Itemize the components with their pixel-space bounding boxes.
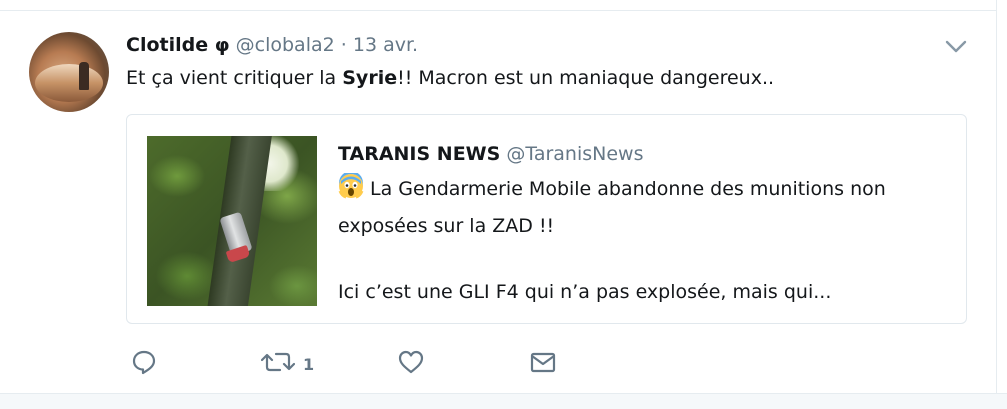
- bottom-divider: [0, 393, 1007, 409]
- heart-icon: [397, 348, 425, 380]
- tweet-actions: 1: [126, 347, 586, 381]
- tweet-timestamp[interactable]: 13 avr.: [353, 34, 418, 56]
- top-divider: [0, 0, 1007, 11]
- avatar[interactable]: [29, 32, 109, 112]
- quoted-tweet-card[interactable]: TARANIS NEWS @TaranisNews La Gendarmerie…: [126, 114, 967, 324]
- reply-icon: [130, 348, 158, 380]
- retweet-count: 1: [303, 354, 315, 374]
- tweet-text: Et ça vient critiquer la Syrie!! Macron …: [126, 64, 774, 92]
- quoted-text-line-2: exposées sur la ZAD !!: [338, 215, 555, 237]
- quoted-text-line-1-text: La Gendarmerie Mobile abandonne des muni…: [370, 178, 886, 200]
- tweet-text-part-2: !! Macron est un maniaque dangereux..: [397, 67, 775, 89]
- quoted-author-name[interactable]: TARANIS NEWS: [338, 143, 500, 165]
- author-name[interactable]: Clotilde φ: [126, 34, 230, 56]
- direct-message-button[interactable]: [529, 347, 557, 381]
- envelope-icon: [529, 348, 557, 380]
- timeline-right-edge: [996, 0, 1007, 408]
- tweet-text-part-1: Et ça vient critiquer la: [126, 67, 343, 89]
- quoted-text-paragraph-gap: [338, 243, 886, 276]
- retweet-button[interactable]: 1: [260, 347, 315, 381]
- chevron-down-icon[interactable]: [943, 34, 969, 60]
- quoted-tweet-image[interactable]: [147, 136, 317, 306]
- quoted-tweet-text: La Gendarmerie Mobile abandonne des muni…: [338, 171, 886, 309]
- retweet-icon: [260, 348, 296, 380]
- avatar-bowl-shape: [35, 64, 103, 102]
- quoted-text-line-3: Ici c’est une GLI F4 qui n’a pas explosé…: [338, 281, 832, 303]
- tweet-header: Clotilde φ @clobala2 · 13 avr.: [126, 31, 418, 59]
- like-button[interactable]: [397, 347, 425, 381]
- reply-button[interactable]: [130, 347, 158, 381]
- header-separator: ·: [340, 34, 347, 56]
- quoted-tweet-header: TARANIS NEWS @TaranisNews: [338, 140, 644, 168]
- tweet[interactable]: Clotilde φ @clobala2 · 13 avr. Et ça vie…: [0, 11, 996, 393]
- quoted-text-line-1: La Gendarmerie Mobile abandonne des muni…: [338, 171, 886, 210]
- tweet-text-hashtag-word: Syrie: [342, 67, 398, 89]
- quoted-author-handle[interactable]: @TaranisNews: [506, 143, 643, 165]
- avatar-figurine-shape: [79, 62, 89, 90]
- author-handle[interactable]: @clobala2: [236, 34, 335, 56]
- face-screaming-emoji-icon: [338, 171, 364, 210]
